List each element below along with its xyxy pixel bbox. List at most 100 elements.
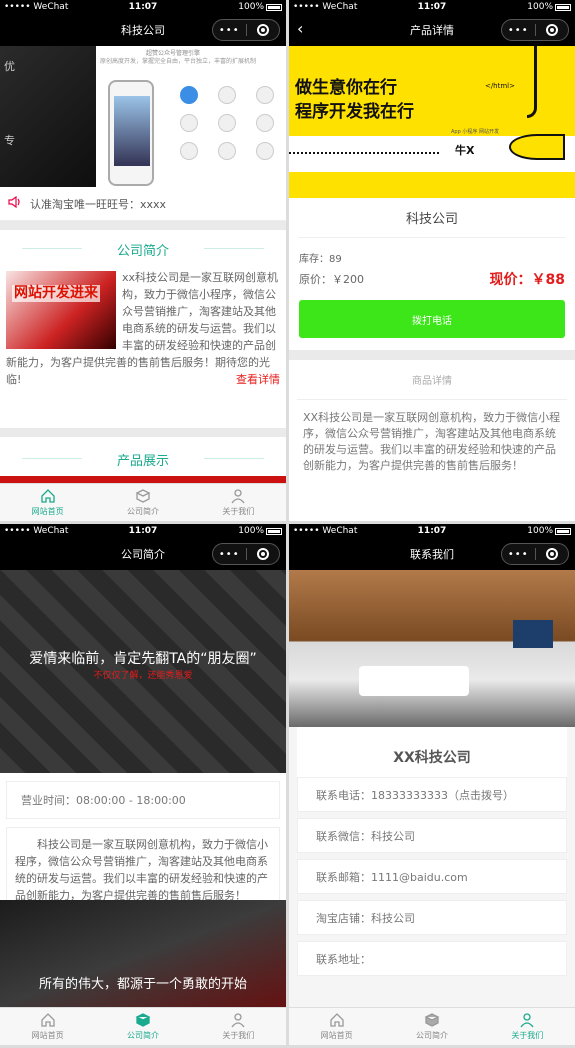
tab-label: 关于我们 [511,1031,544,1040]
home-icon [41,1013,55,1027]
product-banner: 做生意你在行 程序开发我在行 </html> App 小程序 网站开发 牛X [289,46,575,198]
menu-capsule[interactable]: ••• [501,543,569,565]
tab-label: 网站首页 [320,1031,353,1040]
user-icon [231,489,245,504]
menu-capsule[interactable]: ••• [212,543,280,565]
tab-about[interactable]: 关于我们 [191,1008,286,1045]
close-mini-program-icon[interactable] [535,24,568,36]
banner-subtitle: 原创高度开发，掌握完全自由，平台独立，丰富的扩展机制 [100,58,257,65]
box-icon [135,1013,151,1027]
current-price: 现价：￥88 [489,272,565,288]
banner-subtext: App 小程序 网站开发 [451,129,499,135]
fish-graphic [509,134,565,160]
nav-title: 公司简介 [121,548,165,561]
clock: 11:07 [128,526,158,536]
tab-home[interactable]: 网站首页 [289,1008,384,1045]
contact-email: 联系邮箱：1111@baidu.com [297,859,567,894]
nav-bar: 联系我们 ••• [289,538,575,570]
menu-capsule[interactable]: ••• [501,19,569,41]
phone-contact: ••••• WeChat 11:07 100% 联系我们 ••• XX科技公司 … [289,524,575,1045]
tab-about[interactable]: 关于我们 [191,484,286,521]
tab-label: 公司简介 [126,507,159,516]
nav-title: 联系我们 [410,548,454,561]
nav-title: 科技公司 [121,24,165,37]
section-title-products: 产品展示 [0,440,286,475]
more-icon[interactable]: ••• [502,25,535,36]
box-icon [424,1013,440,1027]
contact-taobao: 淘宝店铺：科技公司 [297,900,567,935]
tab-bar: 网站首页 公司简介 关于我们 [0,483,286,521]
stock-row: 库存：89 [289,246,575,268]
detail-title: 商品详情 [297,360,567,400]
tab-bar: 网站首页 公司简介 关于我们 [0,1007,286,1045]
banner-dark-panel: 优 专 [0,46,96,187]
home-banner[interactable]: 优 专 超赞公众号管理引擎 原创高度开发，掌握完全自由，平台独立，丰富的扩展机制 [0,46,286,187]
more-icon[interactable]: ••• [213,549,246,560]
tab-label: 公司简介 [126,1031,159,1040]
tab-label: 网站首页 [31,1031,64,1040]
company-intro: 网站开发进来 xx科技公司是一家互联网创意机构，致力于微信小程序，微信公众号营销… [0,265,286,392]
friends-circle-banner: 爱情来临前，肯定先翻TA的“朋友圈” 不仅仅了解，还能秀恩爱 [0,570,286,773]
more-icon[interactable]: ••• [502,549,535,560]
running-banner: 所有的伟大，都源于一个勇敢的开始 [0,900,286,1008]
company-name: XX科技公司 [297,727,567,777]
price-row: 原价：￥200 现价：￥88 [289,268,575,290]
close-mini-program-icon[interactable] [535,548,568,560]
stock: 库存：89 [299,253,342,265]
tab-label: 公司简介 [415,1031,448,1040]
more-icon[interactable]: ••• [213,25,246,36]
home-icon [41,489,55,503]
tab-home[interactable]: 网站首页 [0,1008,95,1045]
back-arrow-icon[interactable]: ‹ [297,20,303,38]
notice-text: 认准淘宝唯一旺旺号：xxxx [30,197,167,211]
tab-intro[interactable]: 公司简介 [384,1008,479,1045]
tab-intro[interactable]: 公司简介 [95,484,190,521]
phone-company-intro: ••••• WeChat 11:07 100% 公司简介 ••• 爱情来临前，肯… [0,524,286,1045]
notice-bar: 认准淘宝唯一旺旺号：xxxx [0,187,286,221]
screenshot-grid: ••••• WeChat 11:07 100% 科技公司 ••• 优 专 超赞公… [0,0,575,1048]
contact-address: 联系地址： [297,941,567,976]
tab-bar: 网站首页 公司简介 关于我们 [289,1007,575,1045]
tab-intro[interactable]: 公司简介 [95,1008,190,1045]
menu-capsule[interactable]: ••• [212,19,280,41]
close-mini-program-icon[interactable] [246,548,279,560]
status-bar: ••••• WeChat 11:07 100% [289,524,575,538]
tab-label: 关于我们 [222,507,255,516]
box-icon [135,489,151,503]
intro-image: 网站开发进来 [6,271,116,349]
user-icon [231,1013,245,1028]
office-lobby-image [289,570,575,727]
product-name: 科技公司 [299,198,565,238]
call-button[interactable]: 拨打电话 [299,300,565,338]
close-mini-program-icon[interactable] [246,24,279,36]
hook-graphic [527,46,537,118]
tab-label: 网站首页 [31,507,64,516]
view-details-link[interactable]: 查看详情 [236,371,280,388]
banner-caption: 爱情来临前，肯定先翻TA的“朋友圈” [29,651,257,667]
nav-bar: 科技公司 ••• [0,14,286,46]
contact-phone[interactable]: 联系电话：18333333333（点击拨号） [297,777,567,812]
status-bar: ••••• WeChat 11:07 100% [0,524,286,538]
phone-mockup-image [108,80,154,186]
nav-bar: ‹ 产品详情 ••• [289,14,575,46]
banner-headline: 做生意你在行 程序开发我在行 [295,76,414,124]
contact-wechat: 联系微信：科技公司 [297,818,567,853]
tab-home[interactable]: 网站首页 [0,484,95,521]
banner-caption: 所有的伟大，都源于一个勇敢的开始 [38,977,247,992]
status-bar: ••••• WeChat 11:07 100% [0,0,286,14]
home-icon [330,1013,344,1027]
original-price: 原价：￥200 [299,273,364,286]
section-title-intro: 公司简介 [0,230,286,265]
speaker-icon [8,195,22,211]
clock: 11:07 [417,2,447,12]
tab-about[interactable]: 关于我们 [480,1008,575,1045]
banner-light-panel: 超赞公众号管理引擎 原创高度开发，掌握完全自由，平台独立，丰富的扩展机制 [96,46,286,187]
feature-icons [172,86,282,160]
banner-line: 程序开发我在行 [295,102,414,122]
banner-nx: 牛X [455,144,475,157]
phone-product-detail: ••••• WeChat 11:07 100% ‹ 产品详情 ••• 做生意你在… [289,0,575,521]
nav-bar: 公司简介 ••• [0,538,286,570]
wave-graphic [289,152,439,162]
banner-html-tag: </html> [484,82,515,90]
banner-left-text: 专 [4,134,15,147]
